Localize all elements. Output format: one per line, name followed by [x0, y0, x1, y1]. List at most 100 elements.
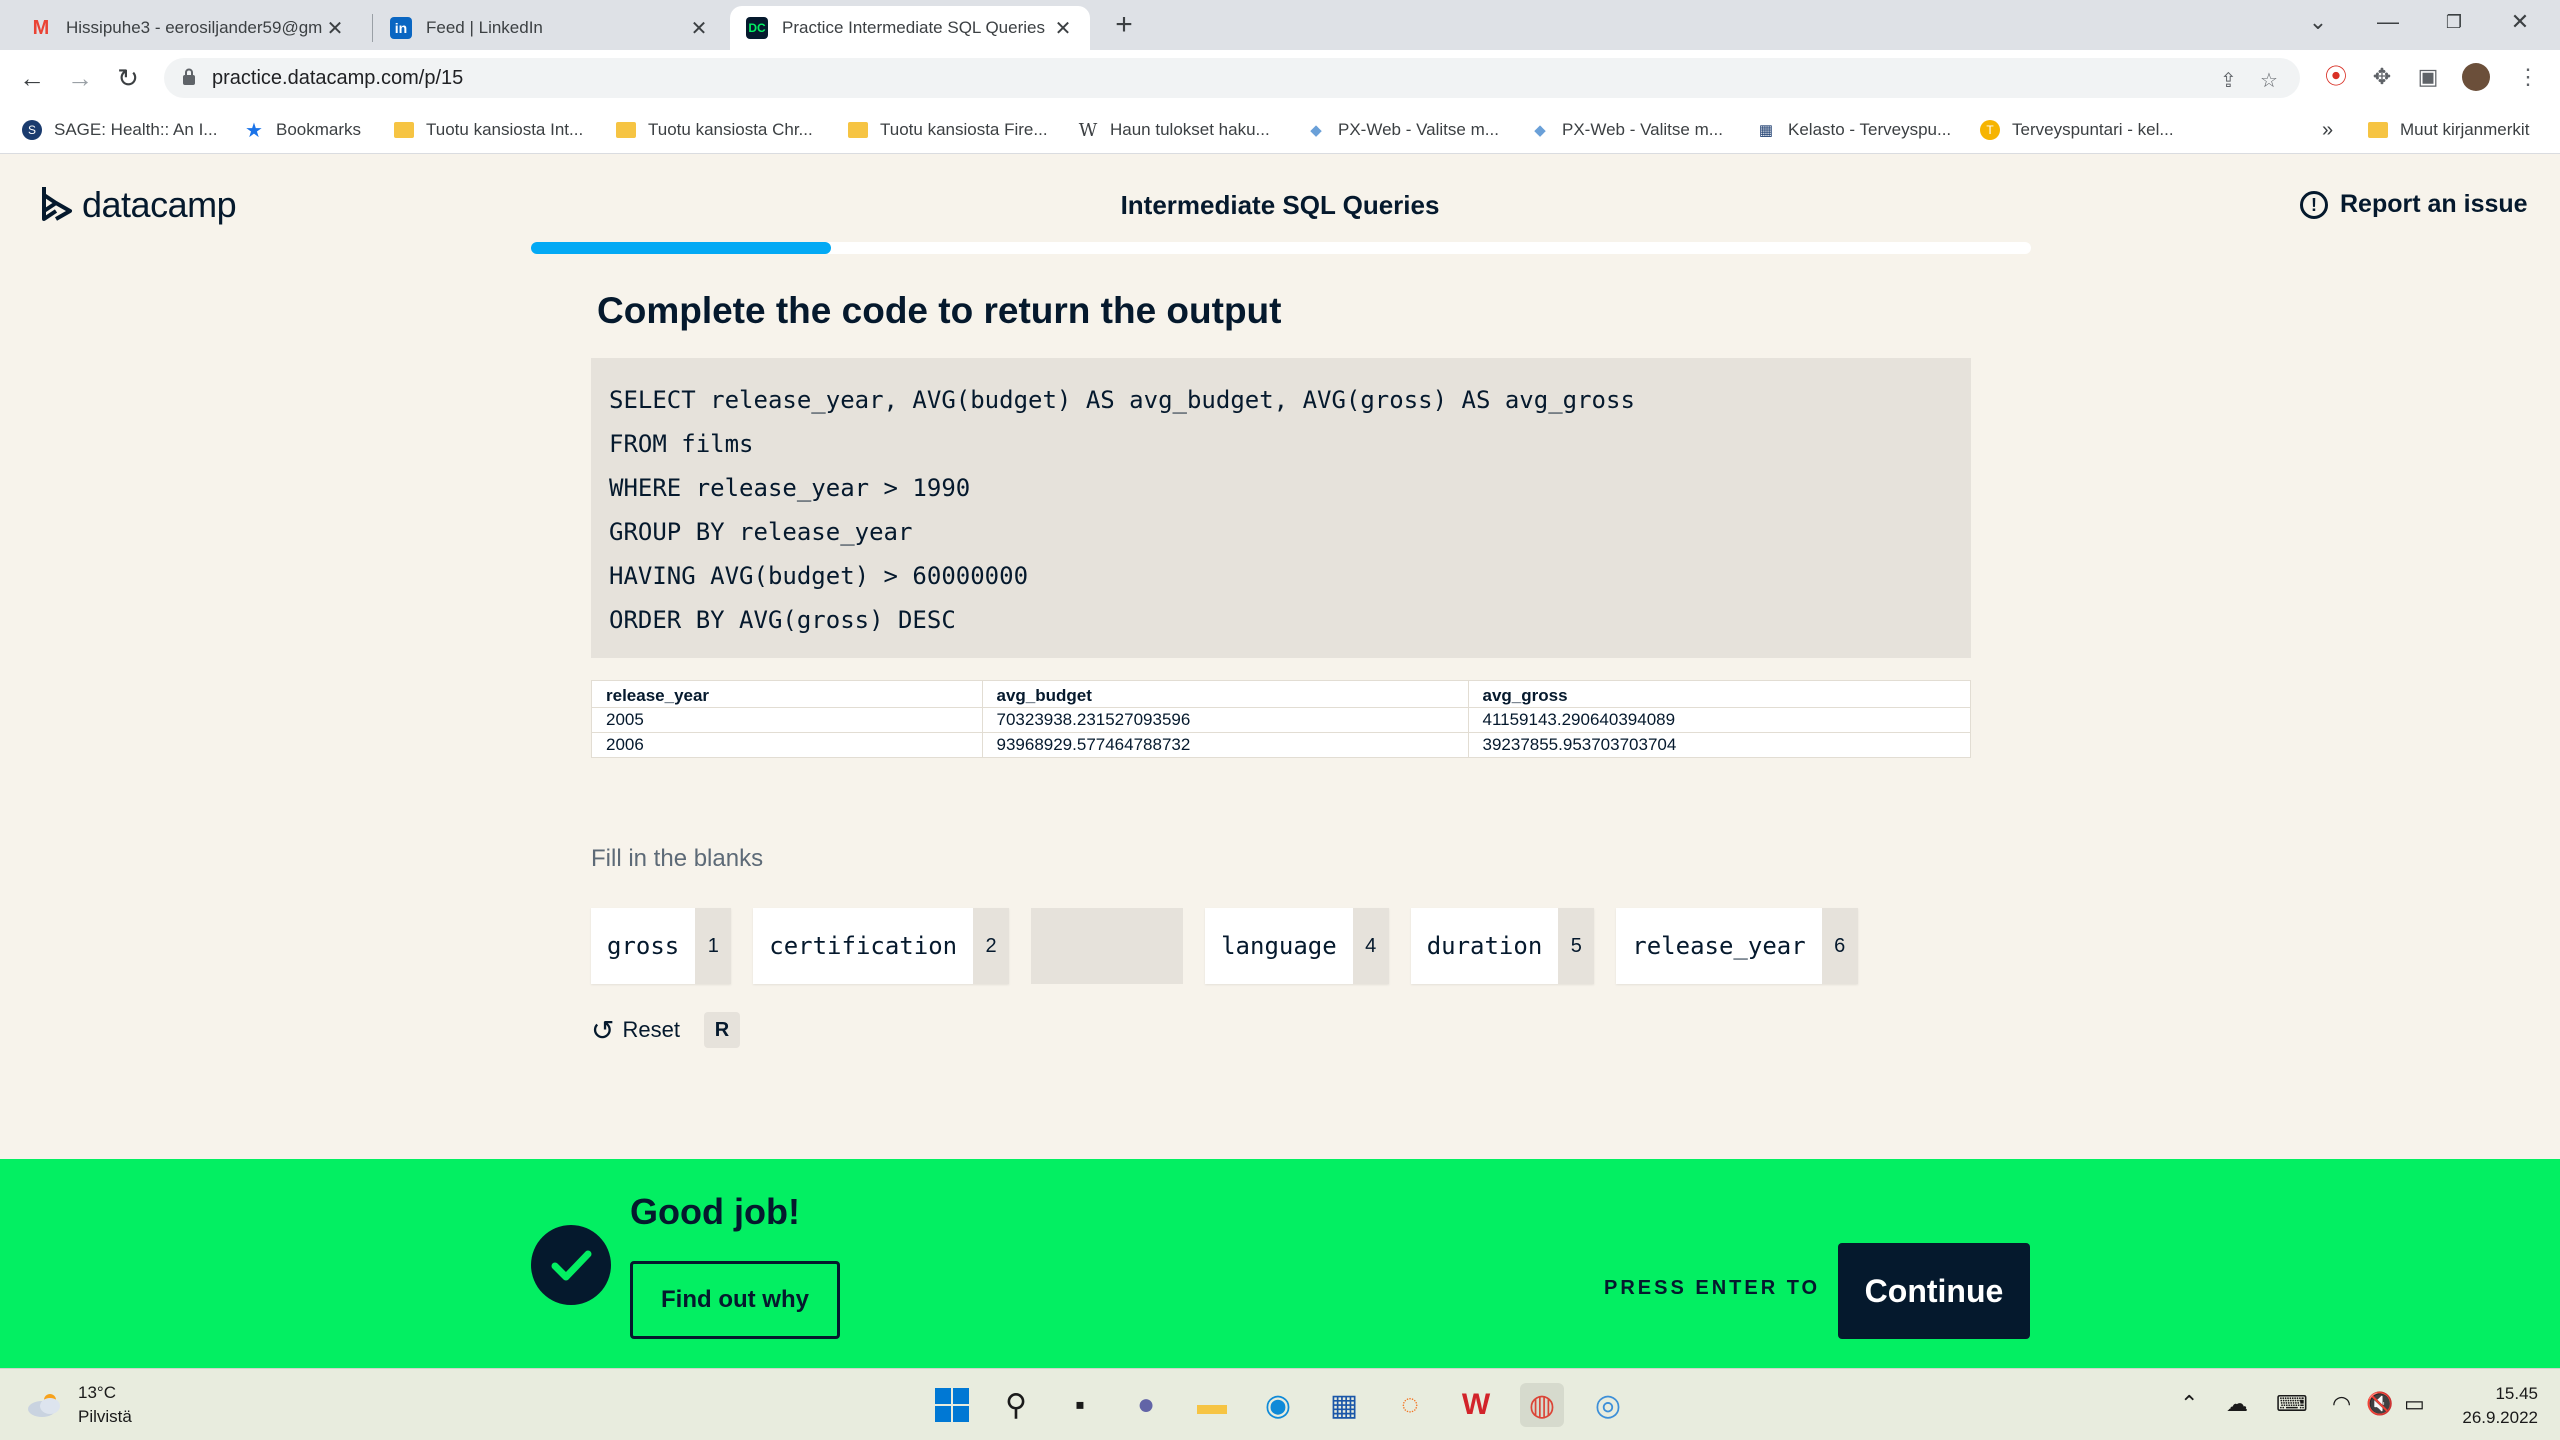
column-header: avg_budget — [981, 681, 1468, 707]
windows-taskbar: 13°C Pilvistä ⚲ ▪ ● ▬ ◉ ▦ ◌ W ◍ ◎ ⌃ ☁ ⌨ … — [0, 1368, 2560, 1440]
wps-office-icon[interactable]: W — [1454, 1383, 1498, 1427]
close-icon[interactable]: ✕ — [1052, 16, 1074, 41]
option-chip-language[interactable]: language 4 — [1205, 908, 1389, 984]
column-header: avg_gross — [1467, 681, 1970, 707]
reset-button[interactable]: ↺ Reset R — [591, 1012, 740, 1048]
teams-chat-icon[interactable]: ● — [1124, 1383, 1168, 1427]
tab-title: Practice Intermediate SQL Queries — [782, 18, 1045, 37]
search-icon[interactable]: ⚲ — [994, 1383, 1038, 1427]
code-block: SELECT release_year, AVG(budget) AS avg_… — [591, 358, 1971, 658]
option-chip-used-slot — [1031, 908, 1184, 984]
keyboard-icon[interactable]: ⌨ — [2276, 1391, 2308, 1417]
table-cell: 2006 — [592, 731, 982, 757]
profile-avatar[interactable] — [2462, 63, 2490, 91]
forward-arrow-icon[interactable]: → — [62, 60, 98, 96]
store-icon[interactable]: ▦ — [1322, 1383, 1366, 1427]
undo-icon: ↺ — [591, 1014, 615, 1046]
report-issue-label: Report an issue — [2340, 190, 2528, 218]
bookmark-item[interactable]: ★ Bookmarks — [244, 106, 361, 154]
bookmark-star-icon[interactable]: ☆ — [2260, 68, 2278, 93]
code-line: ORDER BY AVG(gross) DESC — [609, 606, 956, 634]
reset-label: Reset — [622, 1017, 680, 1042]
puzzle-icon[interactable]: ✥ — [2368, 63, 2396, 91]
address-bar[interactable]: practice.datacamp.com/p/15 ⇪ ☆ — [164, 58, 2300, 98]
task-view-icon[interactable]: ▪ — [1058, 1383, 1102, 1427]
bookmark-folder[interactable]: Tuotu kansiosta Int... — [394, 106, 583, 154]
folder-icon — [616, 120, 636, 140]
volume-muted-icon[interactable]: 🔇 — [2366, 1391, 2393, 1417]
tab-linkedin[interactable]: in Feed | LinkedIn ✕ — [374, 6, 726, 50]
option-chip-gross[interactable]: gross 1 — [591, 908, 732, 984]
chrome-icon[interactable]: ◍ — [1520, 1383, 1564, 1427]
reload-icon[interactable]: ↻ — [110, 60, 146, 96]
edge-icon[interactable]: ◉ — [1256, 1383, 1300, 1427]
close-icon[interactable]: ✕ — [324, 16, 346, 41]
weather-widget[interactable]: 13°C Pilvistä — [24, 1383, 132, 1427]
bookmark-item[interactable]: ◆ PX-Web - Valitse m... — [1306, 106, 1499, 154]
new-tab-button[interactable]: + — [1106, 8, 1142, 44]
shortcut-key: 6 — [1821, 908, 1858, 984]
globe-app-icon[interactable]: ◎ — [1586, 1383, 1630, 1427]
bookmark-item[interactable]: T Terveyspuntari - kel... — [1980, 106, 2174, 154]
table-cell: 70323938.231527093596 — [981, 706, 1468, 732]
weather-description: Pilvistä — [78, 1407, 132, 1426]
close-icon[interactable]: ✕ — [688, 16, 710, 41]
feedback-title: Good job! — [630, 1191, 800, 1232]
close-window-button[interactable]: ✕ — [2490, 0, 2550, 44]
bookmarks-bar: S SAGE: Health:: An I... ★ Bookmarks Tuotu… — [0, 106, 2560, 154]
cloud-icon — [28, 1394, 60, 1417]
bookmark-item[interactable]: S SAGE: Health:: An I... — [22, 106, 217, 154]
table-cell: 2005 — [592, 706, 982, 732]
back-arrow-icon[interactable]: ← — [14, 60, 50, 96]
url-text: practice.datacamp.com/p/15 — [212, 67, 464, 89]
share-icon[interactable]: ⇪ — [2220, 68, 2237, 93]
course-title: Intermediate SQL Queries — [1120, 190, 1440, 220]
windows-start-icon[interactable] — [930, 1383, 974, 1427]
tab-gmail[interactable]: M Hissipuhe3 - eerosiljander59@gm ✕ — [14, 6, 362, 50]
press-enter-hint: PRESS ENTER TO — [1604, 1277, 1821, 1299]
shortcut-key: 4 — [1352, 908, 1389, 984]
tab-search-icon[interactable]: ⌄ — [2288, 0, 2348, 44]
code-line: GROUP BY release_year — [609, 518, 913, 546]
other-bookmarks-folder[interactable]: Muut kirjanmerkit — [2368, 106, 2529, 154]
bookmark-item[interactable]: W Haun tulokset haku... — [1078, 106, 1270, 154]
onedrive-cloud-icon[interactable]: ☁ — [2226, 1391, 2248, 1417]
wikipedia-icon: W — [1078, 119, 1098, 141]
table-cell: 39237855.953703703704 — [1467, 731, 1970, 757]
report-issue-button[interactable]: ! Report an issue — [2300, 190, 2528, 219]
terveyspuntari-icon: T — [1980, 120, 2000, 140]
minimize-button[interactable]: — — [2358, 0, 2418, 44]
battery-icon[interactable]: ▭ — [2404, 1391, 2425, 1417]
shortcut-key: 2 — [973, 908, 1010, 984]
bookmark-item[interactable]: ▦ Kelasto - Terveyspu... — [1756, 106, 1951, 154]
tab-datacamp[interactable]: DC Practice Intermediate SQL Queries ✕ — [730, 6, 1090, 50]
side-panel-icon[interactable]: ▣ — [2414, 63, 2442, 91]
bookmark-folder[interactable]: Tuotu kansiosta Chr... — [616, 106, 813, 154]
wifi-icon[interactable]: ◠ — [2332, 1391, 2351, 1417]
file-explorer-icon[interactable]: ▬ — [1190, 1383, 1234, 1427]
question-title: Complete the code to return the output — [597, 290, 1282, 331]
continue-button[interactable]: Continue — [1838, 1243, 2030, 1339]
option-chip-duration[interactable]: duration 5 — [1410, 908, 1595, 984]
restore-button[interactable]: ❐ — [2424, 0, 2484, 44]
extension-icon[interactable]: ⦿ — [2322, 63, 2350, 91]
option-chip-certification[interactable]: certification 2 — [753, 908, 1010, 984]
menu-icon[interactable]: ⋮ — [2514, 63, 2542, 91]
folder-icon — [2368, 120, 2388, 140]
kelasto-icon: ▦ — [1758, 122, 1774, 139]
bookmark-item[interactable]: ◆ PX-Web - Valitse m... — [1530, 106, 1723, 154]
option-chip-release-year[interactable]: release_year 6 — [1616, 908, 1858, 984]
table-row: 2005 70323938.231527093596 41159143.2906… — [592, 706, 1970, 732]
bookmark-folder[interactable]: Tuotu kansiosta Fire... — [848, 106, 1048, 154]
folder-icon — [394, 120, 414, 140]
jupyter-icon[interactable]: ◌ — [1388, 1383, 1432, 1427]
system-clock[interactable]: 15.45 26.9.2022 — [2448, 1382, 2538, 1430]
browser-tab-bar: M Hissipuhe3 - eerosiljander59@gm ✕ in F… — [0, 0, 2560, 50]
clock-date: 26.9.2022 — [2462, 1408, 2538, 1427]
chevron-up-icon[interactable]: ⌃ — [2180, 1391, 2198, 1417]
column-header: release_year — [606, 685, 710, 705]
more-bookmarks-button[interactable]: » — [2322, 106, 2333, 154]
find-out-why-button[interactable]: Find out why — [630, 1261, 840, 1339]
alert-circle-icon: ! — [2300, 190, 2328, 219]
tab-title: Hissipuhe3 - eerosiljander59@gm — [66, 18, 323, 37]
